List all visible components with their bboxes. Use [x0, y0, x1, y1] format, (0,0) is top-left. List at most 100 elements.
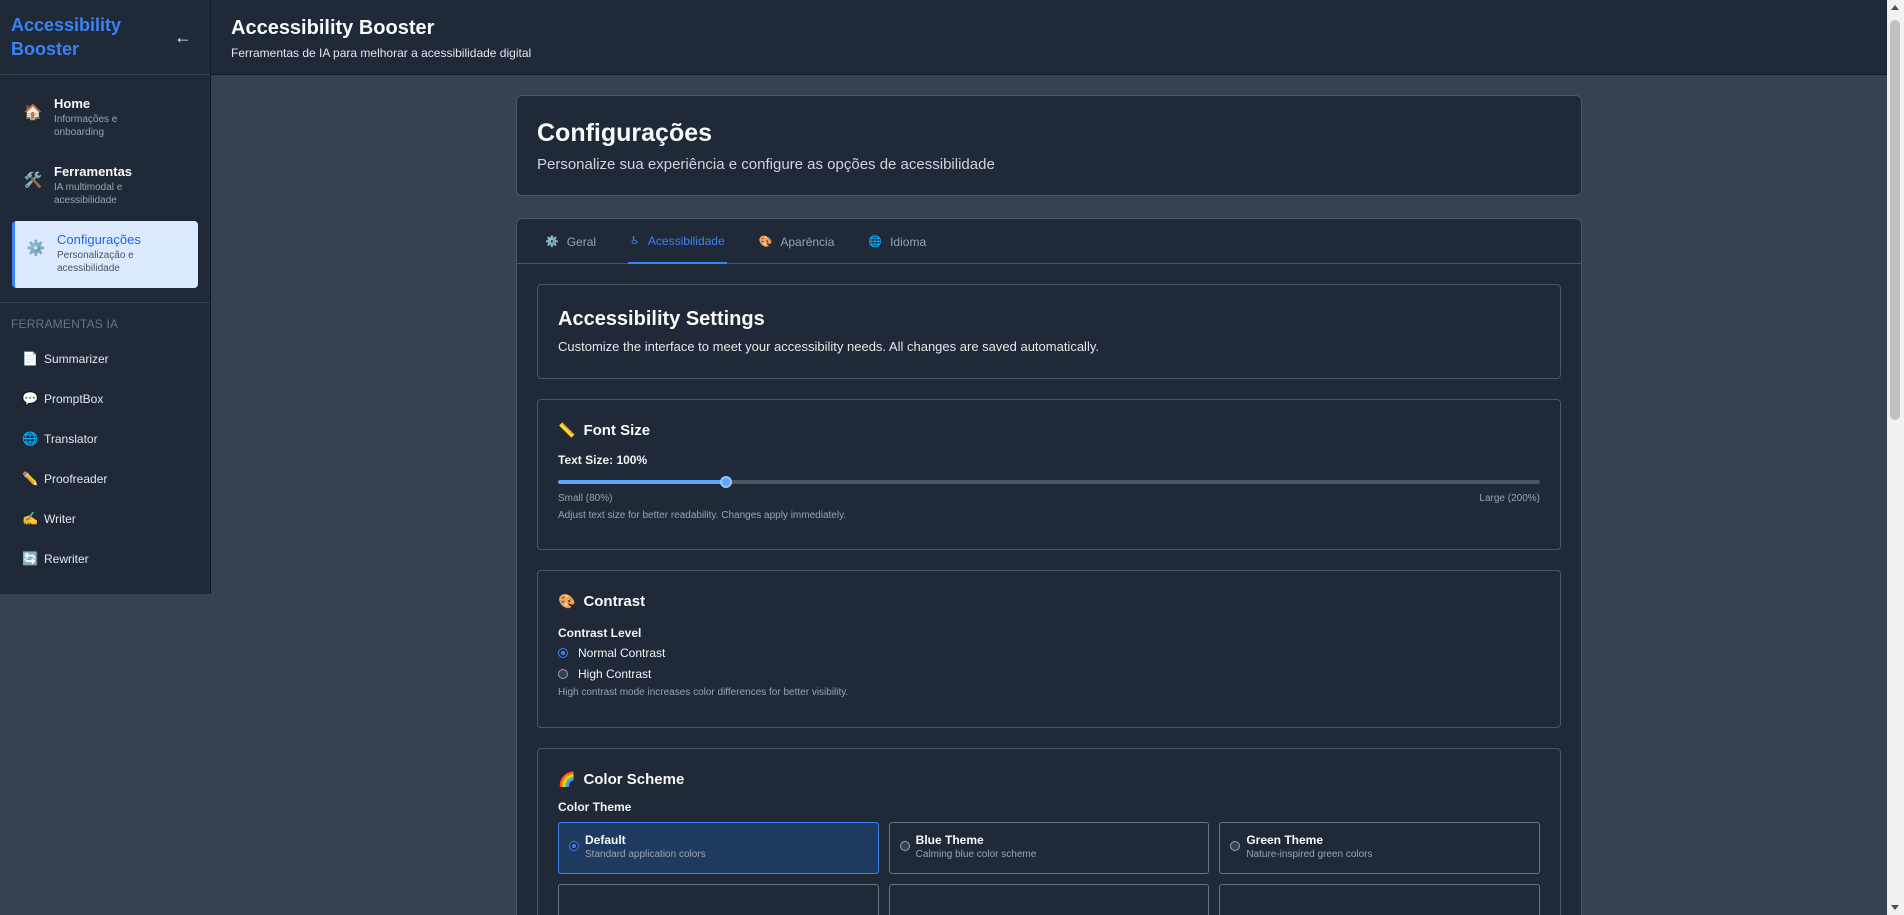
brand-logo[interactable]: Accessibility Booster [11, 13, 121, 61]
theme-option-partial[interactable] [558, 884, 879, 915]
radio-button[interactable] [558, 648, 568, 658]
document-icon: 📄 [22, 351, 39, 366]
sidebar-item-label: Translator [44, 432, 98, 446]
ruler-icon: 📏 [558, 422, 576, 438]
tab-idioma[interactable]: 🌐 Idioma [866, 219, 928, 264]
theme-title: Green Theme [1246, 833, 1324, 847]
card-title: 📏 Font Size [558, 422, 1540, 439]
sidebar-item-label: Summarizer [44, 352, 109, 366]
slider-min-label: Small (80%) [558, 493, 613, 504]
slider-fill [558, 480, 726, 484]
settings-panel: ⚙️ Geral ♿ Acessibilidade 🎨 Aparência 🌐 … [516, 218, 1582, 915]
globe-icon: 🌐 [22, 431, 39, 446]
theme-description: Standard application colors [585, 849, 706, 860]
speech-bubble-icon: 💬 [22, 391, 39, 406]
slider-range-labels: Small (80%) Large (200%) [558, 493, 1540, 504]
sidebar-item-description: IA multimodal e acessibilidade [54, 182, 123, 206]
sidebar-item-home[interactable]: 🏠 Home Informações e onboarding [12, 85, 198, 149]
font-size-hint: Adjust text size for better readability.… [558, 510, 847, 521]
settings-content: Accessibility Settings Customize the int… [517, 264, 1581, 915]
radio-button[interactable] [569, 841, 579, 851]
theme-option-green[interactable]: Green Theme Nature-inspired green colors [1219, 822, 1540, 874]
sidebar-item-proofreader[interactable]: ✏️ Proofreader [0, 459, 210, 499]
theme-option-default[interactable]: Default Standard application colors [558, 822, 879, 874]
card-title-text: Font Size [583, 422, 651, 439]
theme-title: Blue Theme [915, 833, 984, 847]
section-description: Customize the interface to meet your acc… [558, 339, 1099, 354]
tab-label: Aparência [780, 234, 835, 249]
main-nav: 🏠 Home Informações e onboarding 🛠️ Ferra… [0, 75, 210, 303]
sidebar-item-summarizer[interactable]: 📄 Summarizer [0, 339, 210, 379]
sidebar-item-writer[interactable]: ✍️ Writer [0, 499, 210, 539]
gear-icon: ⚙️ [26, 240, 46, 257]
sidebar-item-rewriter[interactable]: 🔄 Rewriter [0, 539, 210, 579]
sidebar-item-configuracoes[interactable]: ⚙️ Configurações Personalização e acessi… [12, 221, 198, 288]
tab-acessibilidade[interactable]: ♿ Acessibilidade [628, 219, 727, 264]
wheelchair-icon: ♿ [630, 235, 640, 247]
slider-max-label: Large (200%) [1479, 493, 1540, 504]
accessibility-intro-card: Accessibility Settings Customize the int… [537, 284, 1561, 379]
card-title-text: Color Scheme [583, 771, 685, 788]
radio-button[interactable] [1230, 841, 1241, 851]
theme-options: Default Standard application colors Blue… [558, 822, 1540, 915]
tab-geral[interactable]: ⚙️ Geral [543, 219, 598, 264]
top-header: Accessibility Booster Ferramentas de IA … [211, 0, 1893, 75]
tab-label: Acessibilidade [647, 233, 725, 248]
app-subtitle: Ferramentas de IA para melhorar a acessi… [231, 46, 532, 60]
font-size-card: 📏 Font Size Text Size: 100% Small (80%) … [537, 399, 1561, 550]
text-size-slider[interactable] [558, 475, 1540, 489]
theme-option-blue[interactable]: Blue Theme Calming blue color scheme [888, 822, 1210, 874]
radio-high-contrast[interactable]: High Contrast [558, 667, 1540, 681]
theme-description: Calming blue color scheme [915, 849, 1037, 860]
globe-icon: 🌐 [868, 236, 883, 248]
sidebar-item-label: Home [54, 96, 91, 111]
rainbow-icon: 🌈 [558, 771, 576, 787]
page-title: Configurações [537, 119, 713, 147]
sidebar-item-label: PromptBox [44, 392, 104, 406]
slider-handle[interactable] [719, 476, 732, 488]
pencil-icon: ✏️ [22, 471, 39, 486]
scroll-down-arrow-icon[interactable] [1891, 905, 1899, 910]
section-title: Accessibility Settings [558, 308, 765, 330]
page-scrollbar[interactable] [1887, 0, 1904, 915]
page-subtitle: Personalize sua experiência e configure … [537, 156, 995, 173]
sidebar-item-label: Rewriter [44, 552, 89, 566]
text-size-label: Text Size: 100% [558, 453, 648, 467]
card-title-text: Contrast [583, 593, 646, 610]
tab-aparencia[interactable]: 🎨 Aparência [757, 219, 837, 264]
scrollbar-thumb[interactable] [1890, 20, 1900, 420]
page-heading-card: Configurações Personalize sua experiênci… [516, 95, 1582, 196]
sidebar: Accessibility Booster ← 🏠 Home Informaçõ… [0, 0, 211, 594]
writing-hand-icon: ✍️ [22, 511, 39, 526]
card-title: 🌈 Color Scheme [558, 771, 1540, 788]
collapse-sidebar-button[interactable]: ← [174, 27, 192, 48]
sidebar-item-label: Configurações [57, 232, 141, 247]
scroll-up-arrow-icon[interactable] [1891, 5, 1899, 10]
palette-icon: 🎨 [558, 593, 576, 609]
settings-tabs: ⚙️ Geral ♿ Acessibilidade 🎨 Aparência 🌐 … [517, 219, 1581, 264]
sidebar-item-label: Writer [44, 512, 76, 526]
tab-label: Idioma [890, 234, 927, 249]
tab-label: Geral [566, 234, 597, 249]
tools-icon: 🛠️ [23, 172, 43, 189]
theme-option-partial[interactable] [1219, 884, 1540, 915]
sidebar-item-translator[interactable]: 🌐 Translator [0, 419, 210, 459]
color-theme-label: Color Theme [558, 800, 632, 814]
theme-option-partial[interactable] [888, 884, 1210, 915]
theme-title: Default [585, 833, 626, 847]
contrast-hint: High contrast mode increases color diffe… [558, 687, 849, 698]
sidebar-item-label: Proofreader [44, 472, 108, 486]
sidebar-item-promptbox[interactable]: 💬 PromptBox [0, 379, 210, 419]
radio-button[interactable] [558, 669, 568, 679]
tools-section-label: FERRAMENTAS IA [11, 317, 119, 331]
sidebar-item-description: Personalização e acessibilidade [57, 250, 134, 274]
radio-normal-contrast[interactable]: Normal Contrast [558, 646, 1540, 660]
contrast-card: 🎨 Contrast Contrast Level Normal Contras… [537, 570, 1561, 728]
radio-label: High Contrast [578, 667, 652, 681]
radio-label: Normal Contrast [578, 646, 666, 660]
sidebar-item-ferramentas[interactable]: 🛠️ Ferramentas IA multimodal e acessibil… [12, 153, 198, 217]
sidebar-item-label: Ferramentas [54, 164, 133, 179]
color-scheme-card: 🌈 Color Scheme Color Theme Default Stand… [537, 748, 1561, 915]
palette-icon: 🎨 [758, 236, 773, 248]
radio-button[interactable] [899, 841, 910, 851]
